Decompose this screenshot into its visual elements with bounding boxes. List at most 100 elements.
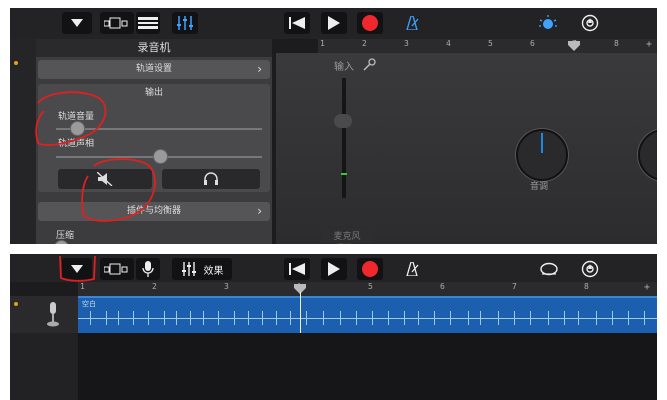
monitor-button[interactable] (162, 169, 260, 189)
track-inspector-panel: 录音机 轨道设置 › 输出 轨道音量 轨道声相 插件与均衡器 › 压缩 (36, 39, 272, 244)
rewind-button[interactable] (284, 258, 310, 280)
play-icon (328, 262, 340, 276)
ruler-label: 4 (446, 39, 451, 48)
waveform-spike (203, 311, 204, 325)
rewind-icon (289, 17, 305, 29)
track-indicator (14, 302, 18, 306)
ruler-label: 5 (368, 282, 373, 291)
ruler-label: 2 (152, 282, 157, 291)
waveform-spike (498, 311, 499, 325)
tone-dial-pointer (541, 133, 543, 153)
track-volume-slider[interactable] (56, 128, 262, 130)
waveform-spike (190, 311, 191, 325)
play-button[interactable] (321, 12, 347, 34)
timeline-ruler[interactable]: 1 2 3 4 5 6 7 8 + (78, 282, 657, 297)
waveform-spike (106, 311, 107, 325)
ruler-add[interactable]: + (644, 282, 650, 293)
play-button[interactable] (321, 258, 347, 280)
loop-button[interactable] (536, 258, 562, 280)
settings-button[interactable] (577, 12, 603, 34)
plugins-eq-row[interactable]: 插件与均衡器 › (38, 202, 270, 221)
record-button[interactable] (357, 258, 383, 280)
mute-button[interactable] (58, 169, 152, 189)
ruler-label: 2 (362, 39, 367, 48)
mixer-button[interactable] (172, 12, 198, 34)
waveform-spike (468, 311, 469, 325)
waveform-spike (530, 311, 531, 325)
metronome-button[interactable] (400, 12, 424, 34)
audio-region[interactable]: 空白 (78, 296, 657, 335)
track-header-empty (10, 333, 78, 400)
mic-button[interactable]: 麦克风 (322, 229, 372, 242)
ruler-label: 6 (440, 282, 445, 291)
effects-label: 效果 (203, 265, 224, 277)
track-sidebar (10, 39, 36, 244)
metronome-button[interactable] (400, 258, 424, 280)
track-pan-knob[interactable] (152, 149, 168, 164)
list-button[interactable] (136, 12, 160, 34)
amp-area: 输入 音调 麦克风 通道 (276, 53, 657, 244)
playhead-line (300, 292, 301, 333)
waveform-spike (480, 311, 481, 325)
rewind-button[interactable] (284, 12, 310, 34)
headphones-icon (204, 172, 218, 185)
mixer-icon (181, 262, 196, 276)
ruler-label: 6 (530, 39, 535, 48)
tone-dial[interactable] (516, 129, 568, 181)
settings-button[interactable] (577, 258, 603, 280)
waveform-spike (164, 311, 165, 325)
view-toggle-icon (104, 17, 128, 29)
ruler-label: 8 (584, 282, 589, 291)
dropdown-button[interactable] (62, 258, 92, 280)
input-label: 输入 (334, 62, 354, 73)
waveform-spike (612, 311, 613, 325)
waveform-spike (548, 311, 549, 325)
waveform-spike (644, 311, 645, 325)
waveform-spike (372, 311, 373, 325)
view-toggle-icon (104, 263, 128, 275)
track-settings-label: 轨道设置 (135, 64, 172, 74)
view-toggle-button[interactable] (100, 12, 134, 34)
waveform-spike (404, 311, 405, 325)
playhead-icon[interactable] (568, 41, 580, 51)
record-icon (362, 15, 378, 31)
waveform-spike (578, 311, 579, 325)
tone-label: 音调 (530, 182, 549, 192)
instrument-button[interactable] (136, 258, 160, 280)
waveform-spike (118, 311, 119, 325)
master-button[interactable] (535, 12, 561, 34)
ruler-add[interactable]: + (646, 39, 652, 50)
timeline-ruler[interactable]: 1 2 3 4 5 6 7 8 + (318, 39, 657, 54)
waveform-spike (450, 311, 451, 325)
track-pan-label: 轨道声相 (58, 139, 95, 149)
track-header[interactable] (10, 296, 78, 333)
mixer-effects-button[interactable]: 效果 (172, 258, 232, 280)
next-dial[interactable] (638, 129, 657, 181)
mixer-icon (177, 16, 193, 30)
track-indicator (14, 61, 18, 65)
toolbar: 效果 (10, 254, 657, 282)
input-level-marker (341, 173, 347, 175)
ruler-label: 3 (224, 282, 229, 291)
waveform-spike (248, 311, 249, 325)
chevron-right-icon: › (257, 204, 262, 218)
dropdown-button[interactable] (62, 12, 92, 34)
input-mic-icon[interactable] (362, 58, 376, 72)
mic-label: 麦克风 (333, 232, 361, 242)
panel-title: 录音机 (36, 39, 272, 57)
waveform-spike (218, 311, 219, 325)
track-settings-row[interactable]: 轨道设置 › (38, 60, 270, 79)
region-label: 空白 (82, 300, 96, 308)
waveform-spike (290, 311, 291, 325)
mic-icon (142, 261, 154, 277)
record-button[interactable] (357, 12, 383, 34)
waveform-spike (340, 311, 341, 325)
input-level-knob[interactable] (334, 114, 352, 128)
empty-track-area[interactable] (10, 333, 657, 400)
view-toggle-button[interactable] (100, 258, 134, 280)
compression-label: 压缩 (56, 231, 75, 241)
output-section: 输出 轨道音量 轨道声相 (38, 84, 270, 192)
waveform-spike (90, 311, 91, 325)
track-volume-knob[interactable] (70, 121, 86, 136)
dropdown-icon (71, 265, 83, 273)
